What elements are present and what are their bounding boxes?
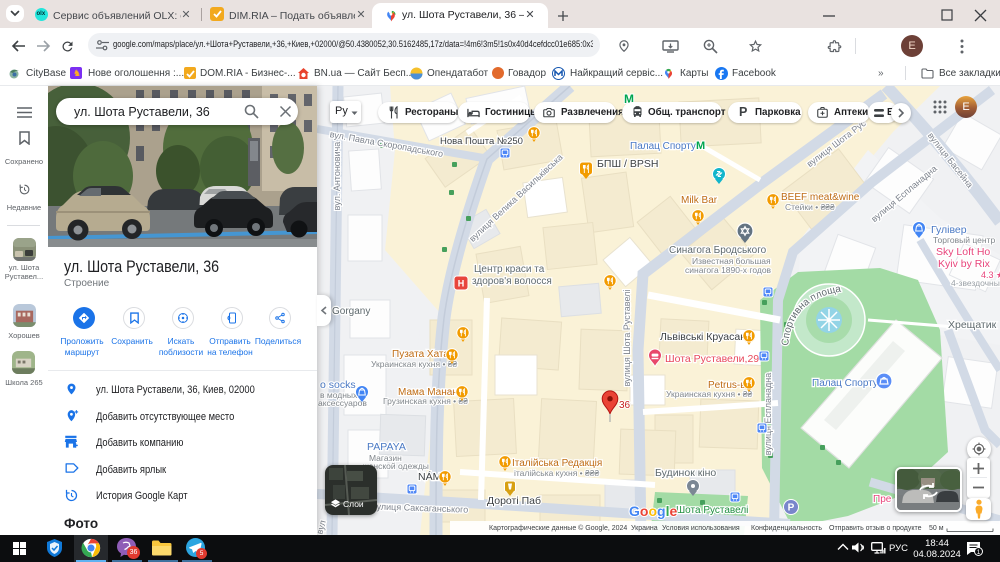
svg-text:50 м: 50 м bbox=[929, 525, 944, 532]
svg-text:Google: Google bbox=[629, 503, 677, 519]
svg-text:Центр краси та: Центр краси та bbox=[474, 264, 545, 275]
svg-text:Будинок кіно: Будинок кіно bbox=[655, 467, 716, 479]
svg-text:вулиця Еспланадна: вулиця Еспланадна bbox=[763, 373, 773, 455]
svg-text:Шота Руставелі: Шота Руставелі bbox=[676, 505, 748, 516]
svg-text:Нова Пошта №250: Нова Пошта №250 bbox=[440, 136, 523, 147]
svg-text:H: H bbox=[458, 279, 465, 289]
svg-text:вулиця Шота Руставелі: вулиця Шота Руставелі bbox=[622, 290, 632, 387]
svg-text:аксессуаров: аксессуаров bbox=[318, 398, 367, 408]
svg-text:здоров'я волосся: здоров'я волосся bbox=[472, 276, 552, 287]
svg-text:Львівські Круасани: Львівські Круасани bbox=[660, 331, 752, 343]
svg-text:NÁM: NÁM bbox=[418, 470, 441, 483]
svg-text:Дороті Паб: Дороті Паб bbox=[487, 495, 541, 507]
svg-text:36: 36 bbox=[619, 400, 631, 411]
svg-text:Sky Loft Ho: Sky Loft Ho bbox=[936, 246, 990, 258]
svg-text:Гулівер: Гулівер bbox=[931, 224, 967, 236]
svg-text:Торговый центр: Торговый центр bbox=[933, 235, 995, 245]
svg-text:Палац Спорту: Палац Спорту bbox=[812, 378, 878, 389]
svg-text:Картографические данные © Goog: Картографические данные © Google, 2024 bbox=[489, 524, 627, 532]
svg-text:БПШ / BPSH: БПШ / BPSH bbox=[597, 158, 658, 170]
svg-text:1: 1 bbox=[977, 549, 981, 556]
svg-text:Шота Руставели,29: Шота Руставели,29 bbox=[665, 353, 759, 365]
svg-text:Отправить отзыв о продукте: Отправить отзыв о продукте bbox=[829, 525, 922, 532]
svg-text:4.3 ★: 4.3 ★ bbox=[981, 270, 1000, 280]
svg-text:Milk Bar: Milk Bar bbox=[681, 195, 718, 206]
svg-text:італійська кухня • ₴₴₴: італійська кухня • ₴₴₴ bbox=[514, 468, 599, 478]
svg-text:Украинская кухня • ₴₴: Украинская кухня • ₴₴ bbox=[666, 389, 753, 399]
svg-text:PAPAYA: PAPAYA bbox=[367, 441, 406, 453]
svg-text:Пре: Пре bbox=[873, 494, 892, 505]
svg-text:P: P bbox=[788, 503, 795, 514]
svg-text:Kyiv by Rix: Kyiv by Rix bbox=[938, 258, 991, 270]
svg-text:синагога 1890-х годов: синагога 1890-х годов bbox=[685, 265, 772, 275]
svg-text:Украинская кухня • ₴₴: Украинская кухня • ₴₴ bbox=[371, 359, 458, 369]
svg-text:Конфиденциальность: Конфиденциальность bbox=[751, 525, 822, 532]
svg-text:Gorgany: Gorgany bbox=[332, 306, 370, 317]
svg-text:Палац Спорту: Палац Спорту bbox=[630, 141, 696, 152]
svg-text:Синагога Бродського: Синагога Бродського bbox=[669, 245, 767, 256]
svg-text:Условия использования: Условия использования bbox=[662, 525, 740, 532]
svg-text:вул. Антоновича: вул. Антоновича bbox=[332, 142, 342, 211]
svg-text:Украина: Украина bbox=[631, 525, 658, 532]
svg-text:M: M bbox=[696, 140, 705, 152]
svg-text:Хрещатик: Хрещатик bbox=[948, 319, 997, 331]
svg-text:Стейки • ₴₴₴: Стейки • ₴₴₴ bbox=[785, 202, 835, 212]
svg-text:Грузинская кухня • ₴₴: Грузинская кухня • ₴₴ bbox=[383, 396, 468, 406]
